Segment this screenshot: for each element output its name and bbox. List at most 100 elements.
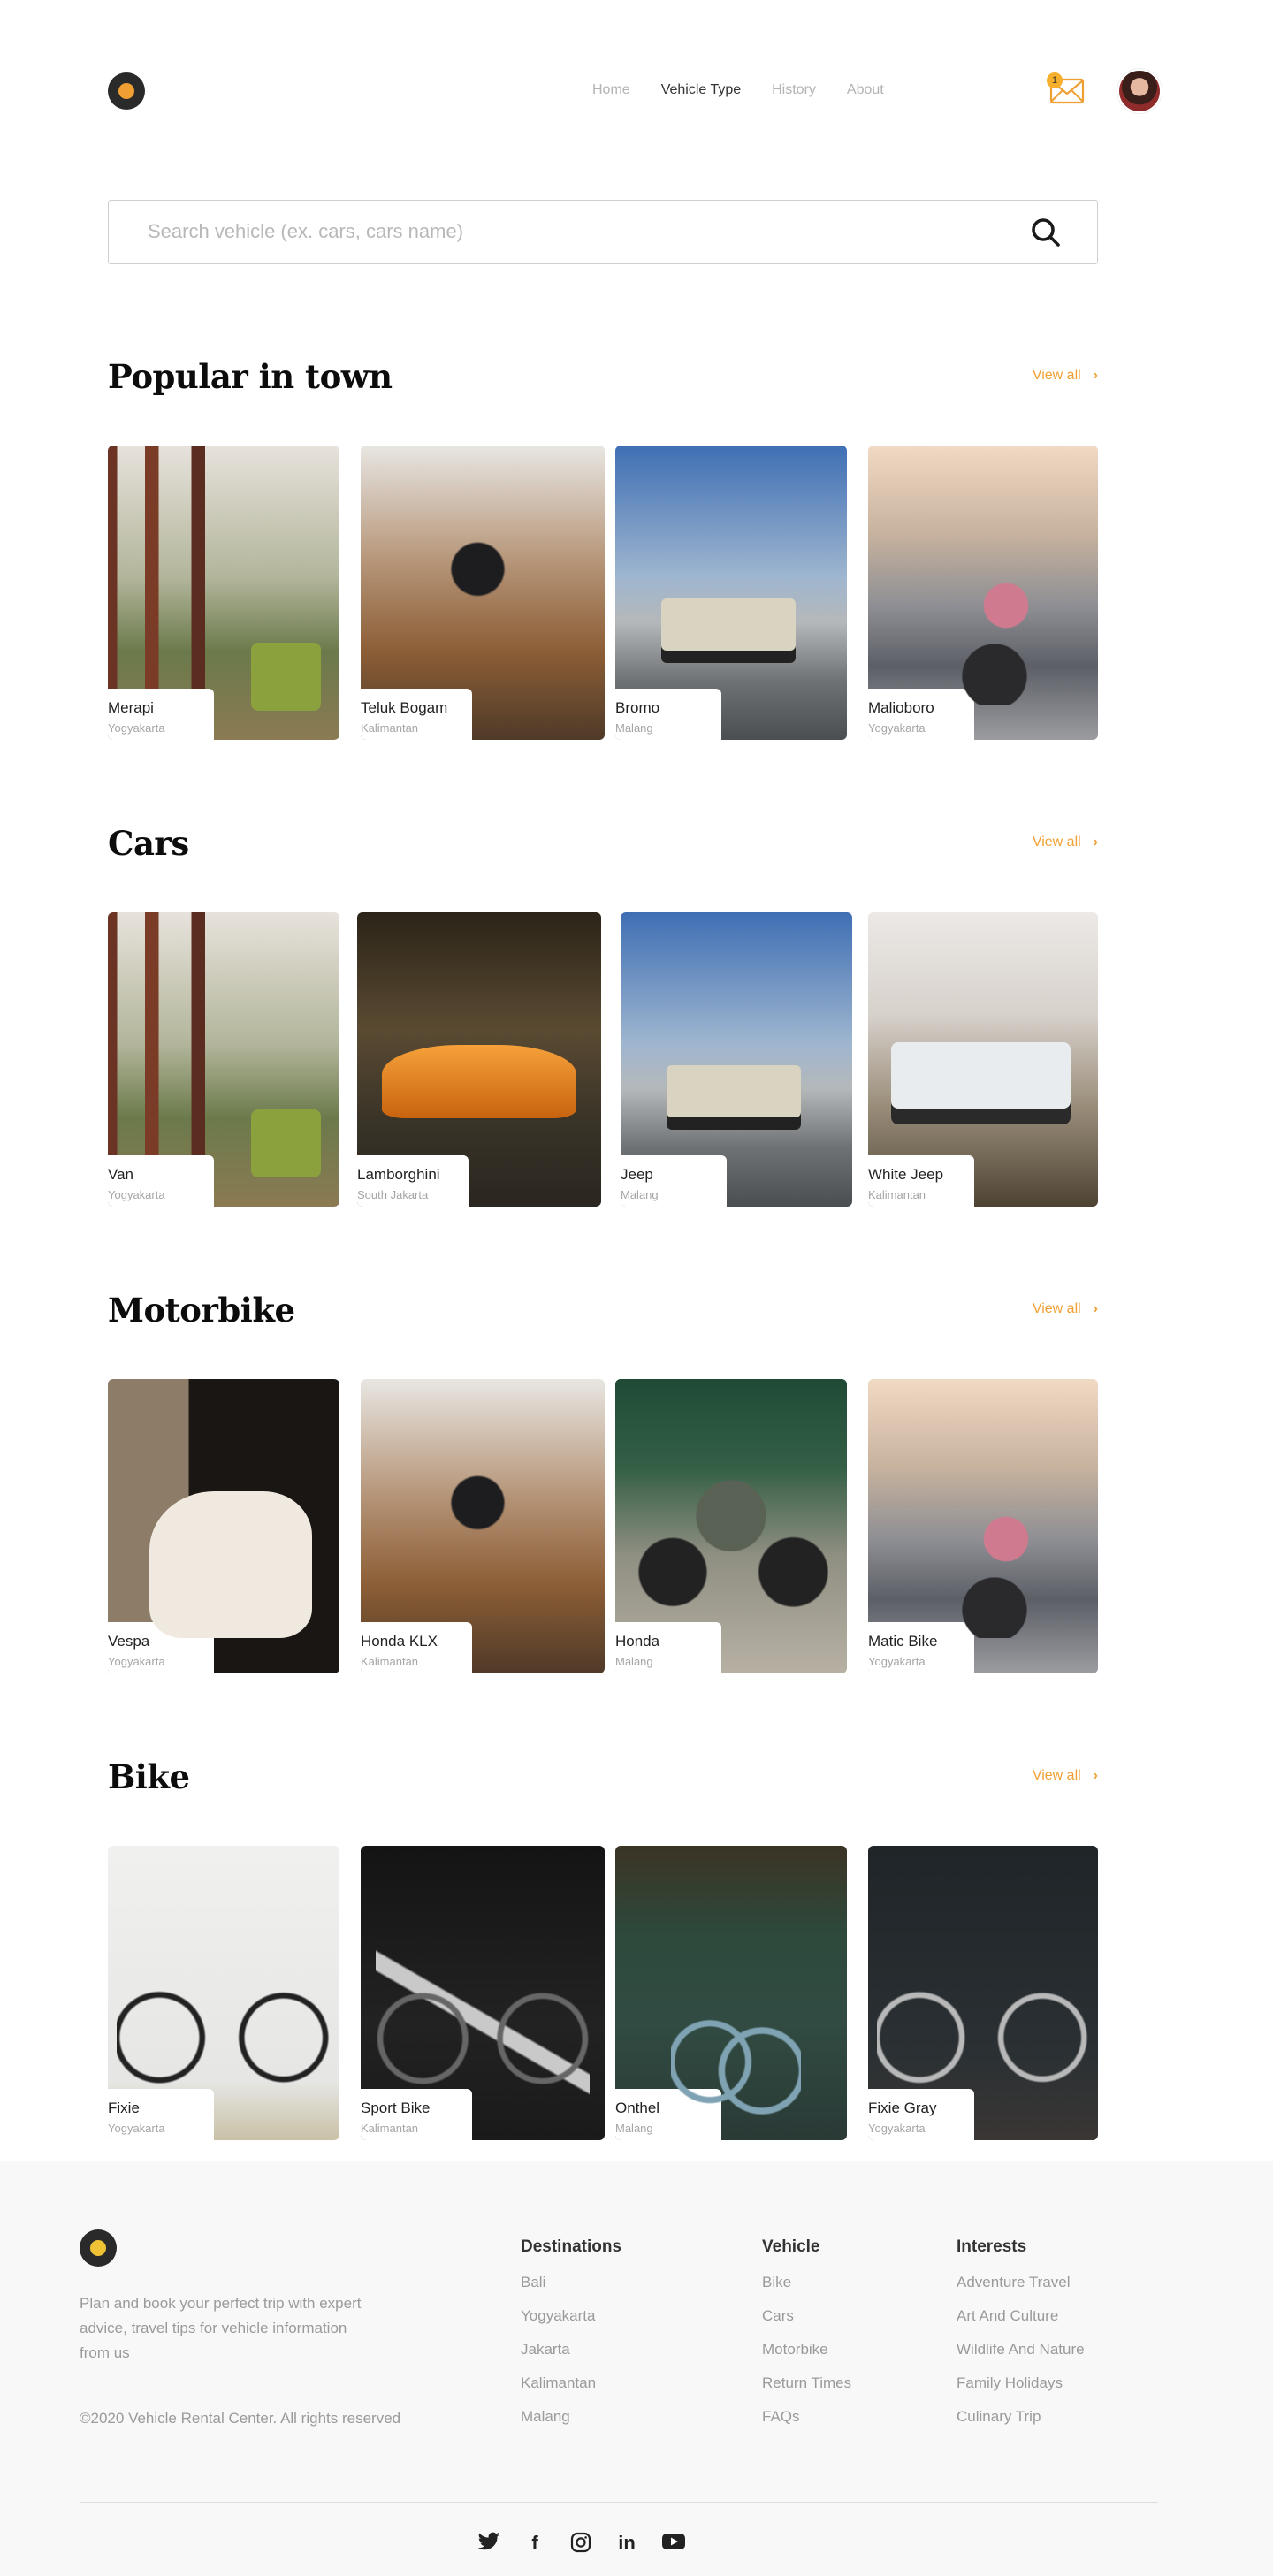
footer-link[interactable]: Cars <box>762 2307 851 2325</box>
notification-badge: 1 <box>1047 72 1063 88</box>
search-input[interactable] <box>148 201 996 263</box>
footer-link[interactable]: Yogyakarta <box>521 2307 621 2325</box>
card-location: Yogyakarta <box>868 2122 926 2135</box>
vehicle-card[interactable]: Honda Malang <box>615 1379 847 1673</box>
vehicle-card[interactable]: Sport Bike Kalimantan <box>361 1846 605 2140</box>
footer-link[interactable]: Bali <box>521 2274 621 2291</box>
footer-column-vehicle: Vehicle Bike Cars Motorbike Return Times… <box>762 2237 851 2442</box>
card-name: Matic Bike <box>868 1633 938 1650</box>
view-all-link[interactable]: View all › <box>1033 835 1098 850</box>
card-location: Malang <box>615 1655 653 1668</box>
view-all-link[interactable]: View all › <box>1033 368 1098 384</box>
vehicle-card[interactable]: Teluk Bogam Kalimantan <box>361 446 605 740</box>
linkedin-icon[interactable]: in <box>615 2532 638 2555</box>
card-name: Bromo <box>615 699 660 716</box>
card-location: Kalimantan <box>361 1655 419 1668</box>
nav-history[interactable]: History <box>772 80 816 101</box>
footer-divider <box>80 2502 1158 2503</box>
facebook-icon[interactable]: f <box>523 2532 546 2555</box>
card-location: Kalimantan <box>868 1188 926 1201</box>
footer-link[interactable]: Family Holidays <box>957 2374 1085 2392</box>
card-location: Malang <box>615 721 653 735</box>
card-name: Lamborghini <box>357 1166 440 1183</box>
nav-about[interactable]: About <box>847 80 884 101</box>
footer-link[interactable]: Art And Culture <box>957 2307 1085 2325</box>
card-location: Malang <box>615 2122 653 2135</box>
card-location: Kalimantan <box>361 721 419 735</box>
footer-column-destinations: Destinations Bali Yogyakarta Jakarta Kal… <box>521 2237 621 2442</box>
copyright: ©2020 Vehicle Rental Center. All rights … <box>80 2410 401 2427</box>
logo[interactable] <box>108 72 145 110</box>
search-button[interactable] <box>1030 217 1062 248</box>
footer-link[interactable]: Malang <box>521 2408 621 2426</box>
card-row: Merapi Yogyakarta Teluk Bogam Kalimantan B… <box>108 446 1098 740</box>
vehicle-card[interactable]: White Jeep Kalimantan <box>868 912 1098 1207</box>
twitter-icon[interactable] <box>477 2532 500 2555</box>
user-avatar[interactable] <box>1117 69 1162 113</box>
card-name: Merapi <box>108 699 154 716</box>
section-title: Popular in town <box>108 357 393 396</box>
footer-column-interests: Interests Adventure Travel Art And Cultu… <box>957 2237 1085 2442</box>
footer-link[interactable]: Kalimantan <box>521 2374 621 2392</box>
footer-link[interactable]: Culinary Trip <box>957 2408 1085 2426</box>
card-location: Yogyakarta <box>868 721 926 735</box>
vehicle-card[interactable]: Bromo Malang <box>615 446 847 740</box>
card-name: Vespa <box>108 1633 150 1650</box>
social-links: f in <box>477 2532 707 2555</box>
vehicle-card[interactable]: Van Yogyakarta <box>108 912 339 1207</box>
nav-vehicle-type[interactable]: Vehicle Type <box>661 80 741 101</box>
footer-link[interactable]: Adventure Travel <box>957 2274 1085 2291</box>
card-name: Onthel <box>615 2100 660 2116</box>
vehicle-card[interactable]: Honda KLX Kalimantan <box>361 1379 605 1673</box>
footer-description: Plan and book your perfect trip with exp… <box>80 2295 362 2361</box>
youtube-icon[interactable] <box>661 2532 685 2555</box>
footer-link[interactable]: Bike <box>762 2274 851 2291</box>
vehicle-card[interactable]: Fixie Yogyakarta <box>108 1846 339 2140</box>
vehicle-card[interactable]: Malioboro Yogyakarta <box>868 446 1098 740</box>
footer-link[interactable]: FAQs <box>762 2408 851 2426</box>
card-row: Fixie Yogyakarta Sport Bike Kalimantan Ont… <box>108 1846 1098 2140</box>
vehicle-card[interactable]: Vespa Yogyakarta <box>108 1379 339 1673</box>
footer-link[interactable]: Jakarta <box>521 2341 621 2359</box>
chevron-right-icon: › <box>1093 368 1098 383</box>
vehicle-card[interactable]: Fixie Gray Yogyakarta <box>868 1846 1098 2140</box>
footer-link[interactable]: Wildlife And Nature <box>957 2341 1085 2359</box>
view-all-link[interactable]: View all › <box>1033 1768 1098 1784</box>
card-name: Teluk Bogam <box>361 699 448 716</box>
section-title: Motorbike <box>108 1291 295 1330</box>
card-name: Malioboro <box>868 699 934 716</box>
instagram-icon[interactable] <box>569 2532 592 2555</box>
card-name: Honda <box>615 1633 660 1650</box>
vehicle-card[interactable]: Onthel Malang <box>615 1846 847 2140</box>
nav-home[interactable]: Home <box>592 80 630 101</box>
footer-link[interactable]: Return Times <box>762 2374 851 2392</box>
footer-logo[interactable] <box>80 2229 117 2267</box>
vehicle-card[interactable]: Merapi Yogyakarta <box>108 446 339 740</box>
footer: Plan and book your perfect trip with exp… <box>0 2161 1273 2576</box>
main-nav: Home Vehicle Type History About <box>592 80 915 101</box>
card-name: Van <box>108 1166 133 1183</box>
card-location: Yogyakarta <box>108 1655 165 1668</box>
view-all-link[interactable]: View all › <box>1033 1301 1098 1317</box>
card-location: Yogyakarta <box>108 1188 165 1201</box>
header: Home Vehicle Type History About 1 <box>108 69 1162 113</box>
vehicle-card[interactable]: Lamborghini South Jakarta <box>357 912 601 1207</box>
footer-column-title: Vehicle <box>762 2237 820 2256</box>
vehicle-card[interactable]: Jeep Malang <box>621 912 852 1207</box>
card-name: Sport Bike <box>361 2100 431 2116</box>
search-icon <box>1032 218 1060 247</box>
mail-button[interactable]: 1 <box>1047 72 1086 106</box>
section-title: Cars <box>108 824 189 863</box>
card-location: South Jakarta <box>357 1188 429 1201</box>
card-name: Fixie <box>108 2100 140 2116</box>
search-bar <box>108 200 1098 264</box>
card-name: White Jeep <box>868 1166 944 1183</box>
chevron-right-icon: › <box>1093 1301 1098 1316</box>
vehicle-card[interactable]: Matic Bike Yogyakarta <box>868 1379 1098 1673</box>
card-location: Kalimantan <box>361 2122 419 2135</box>
card-row: Vespa Yogyakarta Honda KLX Kalimantan Hond… <box>108 1379 1098 1673</box>
footer-link[interactable]: Motorbike <box>762 2341 851 2359</box>
card-location: Yogyakarta <box>868 1655 926 1668</box>
card-location: Malang <box>621 1188 659 1201</box>
chevron-right-icon: › <box>1093 835 1098 850</box>
